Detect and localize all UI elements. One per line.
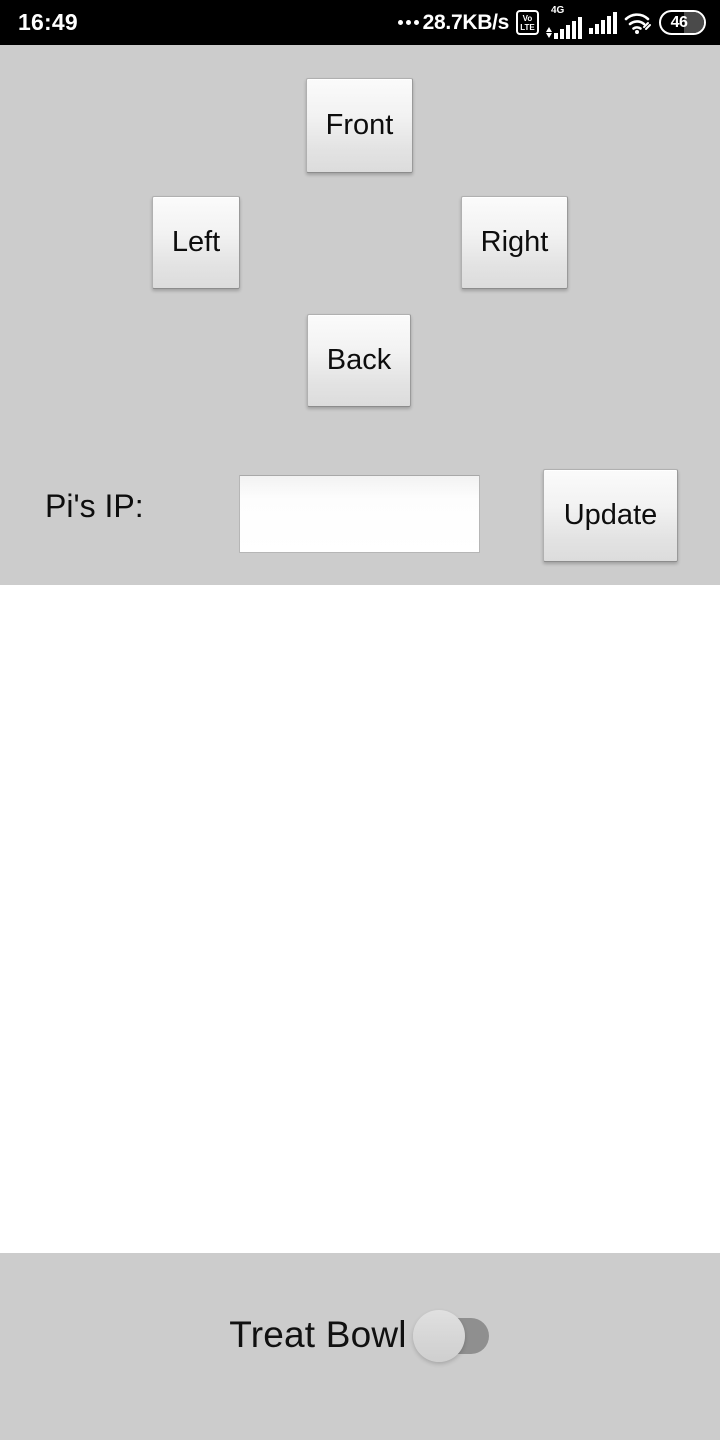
back-button[interactable]: Back [307, 314, 411, 407]
volte-line-1: Vo [522, 13, 533, 23]
app-root: 16:49 28.7KB/s Vo LTE 4G 46 Front Left R… [0, 0, 720, 1440]
status-bar: 16:49 28.7KB/s Vo LTE 4G 46 [0, 0, 720, 45]
volte-icon: Vo LTE [516, 10, 539, 35]
signal-icon [589, 11, 617, 34]
treat-bowl-row: Treat Bowl [229, 1309, 491, 1362]
signal-bars-sim2 [589, 11, 617, 34]
status-clock: 16:49 [18, 9, 78, 35]
status-icons-group: 28.7KB/s Vo LTE 4G 46 [397, 4, 706, 39]
toggle-thumb[interactable] [412, 1309, 465, 1362]
network-speed-value: 28.7KB/s [422, 10, 510, 34]
battery-icon: 46 [659, 10, 706, 35]
ip-address-row: Pi's IP: Update [0, 465, 720, 575]
network-type-label: 4G [551, 4, 565, 16]
wifi-icon [624, 11, 652, 35]
treat-bowl-toggle[interactable] [412, 1309, 491, 1362]
signal-bars-sim1 [554, 16, 582, 39]
left-button[interactable]: Left [152, 196, 240, 289]
network-speed-indicator: 28.7KB/s [397, 10, 510, 35]
front-button[interactable]: Front [306, 78, 413, 173]
right-button[interactable]: Right [461, 196, 568, 289]
ip-address-label: Pi's IP: [45, 488, 144, 524]
battery-level-label: 46 [670, 13, 688, 31]
video-stream-area [0, 585, 720, 1253]
treat-bowl-panel: Treat Bowl [0, 1253, 720, 1440]
volte-line-2: LTE [520, 22, 535, 32]
signal-4g-icon: 4G [546, 4, 582, 39]
update-button[interactable]: Update [543, 469, 678, 562]
treat-bowl-label: Treat Bowl [229, 1313, 407, 1355]
ellipsis-icon [397, 20, 419, 25]
data-transfer-arrows-icon [546, 26, 552, 38]
ip-address-input[interactable] [239, 475, 480, 553]
direction-control-panel: Front Left Right Back Pi's IP: Update [0, 45, 720, 585]
